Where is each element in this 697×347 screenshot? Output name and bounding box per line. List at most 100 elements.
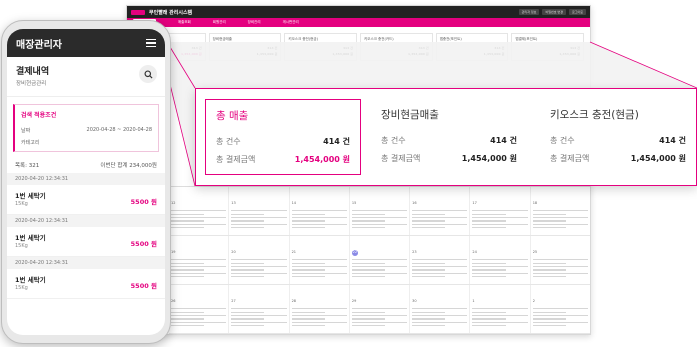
calendar-entry-line <box>231 318 265 320</box>
calendar-day-cell[interactable]: 29 <box>350 285 411 333</box>
zoom-card-total[interactable]: 총 매출 총 건수 414 건 총 결제금액 1,454,000 원 <box>205 99 361 175</box>
zoom-card-device-cash[interactable]: 장비현금매출 총 건수 414 건 총 결제금액 1,454,000 원 <box>371 99 527 175</box>
list-item[interactable]: 1번 세탁기 15Kg 5500 원 <box>7 269 165 299</box>
calendar-day-cell[interactable]: 23 <box>410 236 471 284</box>
calendar-entry-line <box>171 311 205 313</box>
desktop-card-app-charge[interactable]: 앱충전(포인트) 414 건 1,454,000 원 <box>435 33 509 61</box>
nav-item-members[interactable]: 회원관리 <box>213 20 226 25</box>
list-item[interactable]: 1번 세탁기 15Kg 5500 원 <box>7 185 165 215</box>
filter-date-value[interactable]: 2020-04-28 ~ 2020-04-28 <box>87 127 152 134</box>
calendar-entry-line <box>351 308 408 310</box>
calendar-day-cell[interactable]: 22 <box>350 236 411 284</box>
card-title: 키오스크 충전(현금) <box>288 37 318 41</box>
calendar-entry-line <box>171 259 227 261</box>
calendar-day-cell[interactable]: 1 <box>470 285 531 333</box>
zoom-card-kiosk-cash[interactable]: 키오스크 충전(현금) 총 건수 414 건 총 결제금액 1,454,000 원 <box>540 99 696 175</box>
calendar-entry-line <box>291 216 347 219</box>
calendar-entry-line <box>171 220 205 222</box>
calendar-entry-line <box>351 227 385 229</box>
calendar-entry-line <box>412 272 468 274</box>
nav-item-devices[interactable]: 장비관리 <box>248 20 261 25</box>
calendar-entry-line <box>351 216 408 219</box>
card-amount: 1,454,000 원 <box>483 52 505 56</box>
calendar-entry-line <box>412 210 468 212</box>
calendar-entry-line <box>472 321 528 323</box>
nav-item-sales[interactable]: 매출조회 <box>178 20 191 25</box>
logout-button[interactable]: 로그아웃 <box>568 9 586 15</box>
list-item[interactable]: 1번 세탁기 15Kg 5500 원 <box>7 227 165 257</box>
calendar-day-number: 22 <box>351 250 358 256</box>
calendar-day-cell[interactable]: 20 <box>229 236 290 284</box>
entry-price: 5500 원 <box>130 240 157 248</box>
calendar-day-cell[interactable]: 17 <box>470 187 531 235</box>
calendar-entry-line <box>171 216 227 219</box>
calendar-entry-line <box>412 265 468 268</box>
calendar-entry-line <box>472 220 506 222</box>
zoom-callout: 총 매출 총 건수 414 건 총 결제금액 1,454,000 원 장비현금매출 … <box>195 88 697 186</box>
calendar-entry-line <box>532 223 588 225</box>
calendar-entry-line <box>291 227 325 229</box>
calendar-day-cell[interactable]: 24 <box>470 236 531 284</box>
zoom-card-title: 총 매출 <box>216 110 249 122</box>
calendar-day-cell[interactable]: 13 <box>229 187 290 235</box>
calendar-day-cell[interactable]: 16 <box>410 187 471 235</box>
calendar-day-cell[interactable]: 28 <box>290 285 350 333</box>
card-count: 414 건 <box>494 46 505 50</box>
search-button[interactable] <box>139 65 157 83</box>
list-total: 이번단 합계 234,000원 <box>100 163 157 169</box>
calendar-entry-line <box>532 314 588 317</box>
nav-item-board[interactable]: 게시판관리 <box>283 20 299 25</box>
calendar-entry-line <box>171 308 227 310</box>
count-value: 414 건 <box>323 137 350 146</box>
calendar-entry-line <box>412 311 446 313</box>
hamburger-menu-icon[interactable] <box>146 37 156 50</box>
calendar-entry-line <box>231 213 265 215</box>
calendar-entry-line <box>171 272 227 274</box>
amount-label: 총 결제금액 <box>550 154 590 163</box>
card-count: 414 건 <box>418 46 429 50</box>
calendar-entry-line <box>351 321 408 323</box>
calendar-day-cell[interactable]: 21 <box>290 236 350 284</box>
change-password-button[interactable]: 비밀번호 변경 <box>542 9 566 15</box>
calendar-day-cell[interactable]: 14 <box>290 187 350 235</box>
calendar-day-cell[interactable]: 2 <box>531 285 590 333</box>
card-title: 앱결제(포인트) <box>515 37 538 41</box>
amount-label: 총 결제금액 <box>381 154 421 163</box>
entry-price: 5500 원 <box>130 198 157 206</box>
calendar-entry-line <box>231 227 265 229</box>
calendar-day-cell[interactable]: 19 <box>169 236 230 284</box>
calendar-day-number: 15 <box>351 201 357 205</box>
desktop-card-app-payment[interactable]: 앱결제(포인트) 414 건 1,454,000 원 <box>511 33 585 61</box>
calendar-entry-line <box>171 227 205 229</box>
calendar-entry-line <box>231 262 265 264</box>
desktop-card-kiosk-card[interactable]: 키오스크 충전(카드) 414 건 1,454,000 원 <box>360 33 433 61</box>
calendar-day-cell[interactable]: 26 <box>169 285 230 333</box>
calendar-entry-line <box>171 325 205 327</box>
filter-kind-label: 카테고리 <box>21 140 40 146</box>
calendar-day-cell[interactable]: 12 <box>169 187 230 235</box>
card-count: 414 건 <box>342 46 354 50</box>
calendar-entry-line <box>351 318 385 320</box>
filter-date-label: 날짜 <box>21 128 31 134</box>
calendar-day-number: 30 <box>412 299 417 303</box>
calendar-day-cell[interactable]: 27 <box>229 285 290 333</box>
calendar-entry-line <box>412 259 468 261</box>
calendar-day-cell[interactable]: 18 <box>531 187 590 235</box>
calendar-day-cell[interactable]: 25 <box>531 236 590 284</box>
calendar-entry-line <box>231 259 287 261</box>
desktop-card-device-cash[interactable]: 장비현금매출 414 건 1,454,000 원 <box>208 33 282 61</box>
calendar-entry-line <box>472 325 506 327</box>
calendar-entry-line <box>231 210 287 212</box>
calendar-entry-line <box>291 308 347 310</box>
desktop-card-kiosk-cash[interactable]: 키오스크 충전(현금) 414 건 1,454,000 원 <box>284 33 358 61</box>
calendar-day-number: 1 <box>472 299 475 303</box>
entry-date: 2020-04-20 12:34:31 <box>7 257 165 269</box>
calendar-entry-line <box>412 213 446 215</box>
calendar-day-cell[interactable]: 30 <box>410 285 471 333</box>
calendar-entry-line <box>351 213 385 215</box>
calendar-entry-line <box>231 269 265 271</box>
admin-info-button[interactable]: 관리자 정보 <box>518 9 540 15</box>
calendar-entry-line <box>291 272 347 274</box>
count-label: 총 건수 <box>550 136 575 145</box>
calendar-day-cell[interactable]: 15 <box>350 187 411 235</box>
